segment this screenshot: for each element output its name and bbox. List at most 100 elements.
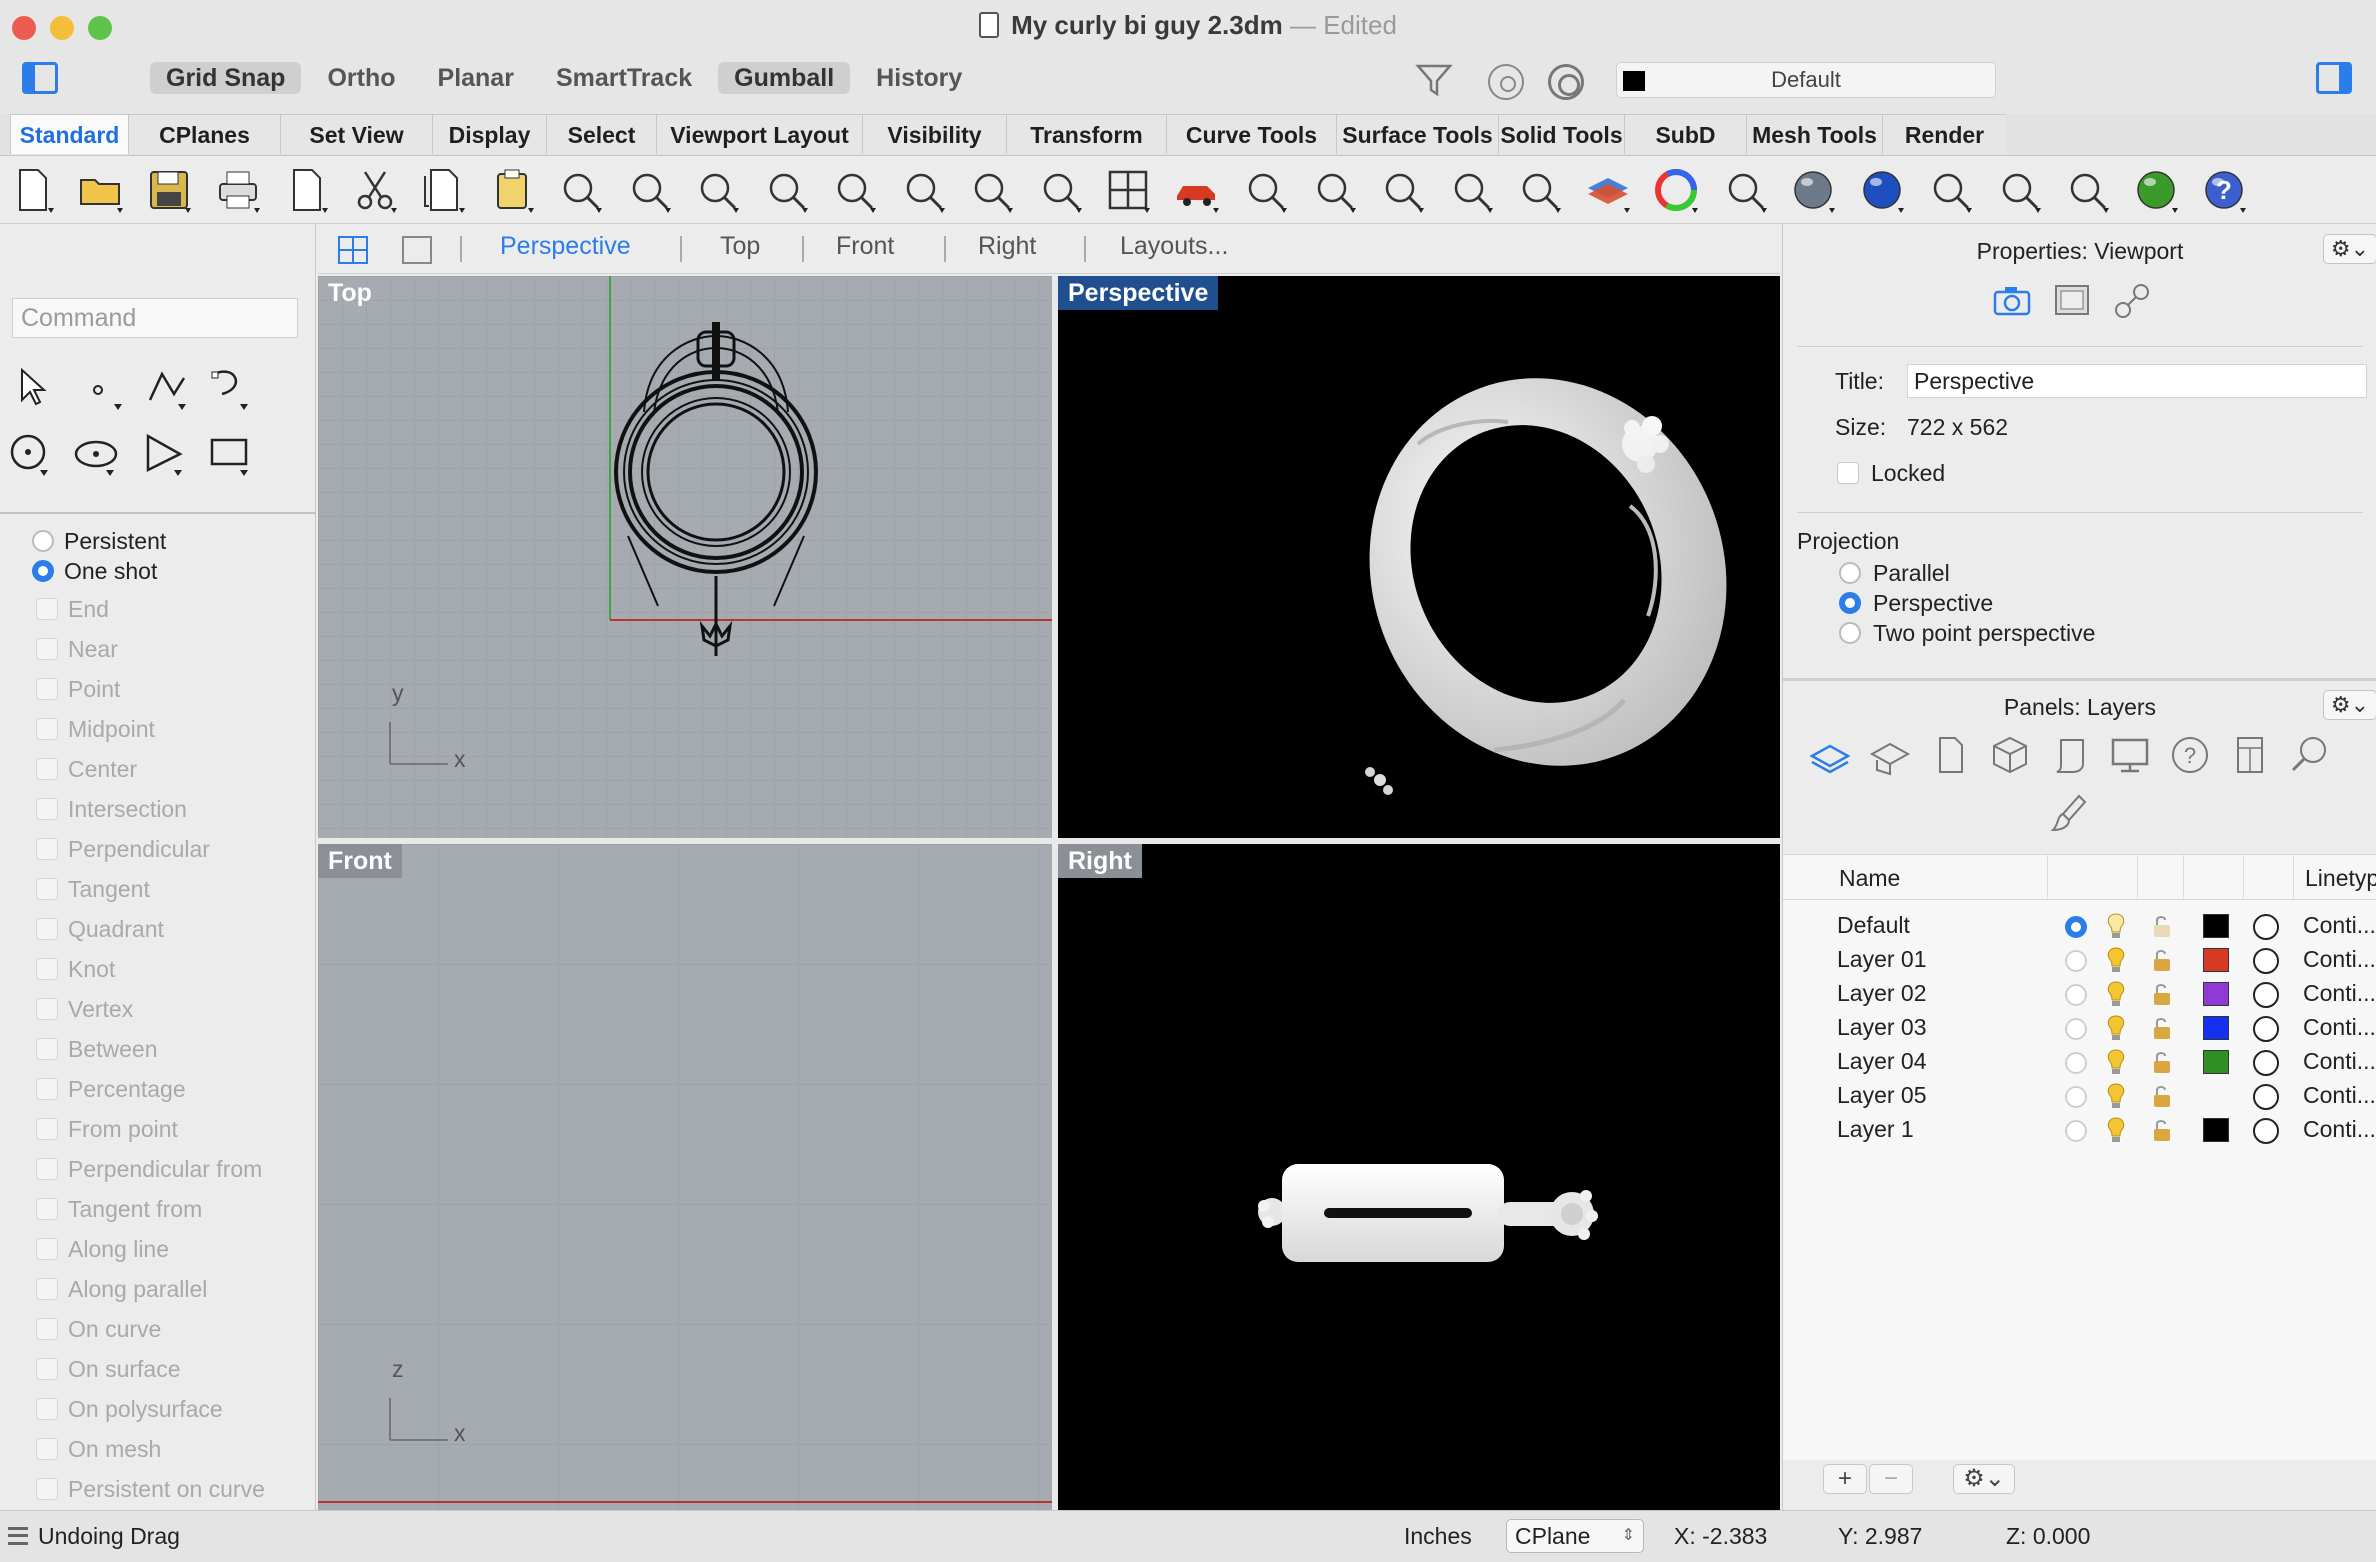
nested-icon[interactable]: [2063, 166, 2111, 214]
ribbon-tab-standard[interactable]: Standard: [10, 114, 128, 154]
layer-row[interactable]: Layer 01 Conti...: [1783, 942, 2376, 976]
ribbon-tab-set-view[interactable]: Set View: [280, 114, 432, 154]
current-layer-radio[interactable]: [2065, 1120, 2087, 1142]
current-layer-selector[interactable]: Default: [1616, 62, 1996, 98]
layer-linetype[interactable]: Conti...: [2303, 1082, 2376, 1109]
layer-options-button[interactable]: ⚙︎⌄: [1953, 1464, 2015, 1494]
mode-planar-button[interactable]: Planar: [422, 62, 530, 94]
layer-row[interactable]: Layer 03 Conti...: [1783, 1010, 2376, 1044]
osnap-on-curve-checkbox[interactable]: [36, 1318, 58, 1340]
projection-perspective-radio[interactable]: [1839, 592, 1861, 614]
light-bulb-icon[interactable]: [2105, 1014, 2127, 1042]
viewport-frame-icon[interactable]: [2051, 280, 2093, 322]
ribbon-tab-curve-tools[interactable]: Curve Tools: [1166, 114, 1336, 154]
layer-material-icon[interactable]: [2253, 1118, 2279, 1144]
layer-material-icon[interactable]: [2253, 1084, 2279, 1110]
current-layer-radio[interactable]: [2065, 984, 2087, 1006]
layer-row[interactable]: Default Conti...: [1783, 908, 2376, 942]
object-tab-icon[interactable]: [1989, 734, 2031, 776]
viewport-label-right[interactable]: Right: [1058, 844, 1142, 878]
layer-linetype[interactable]: Conti...: [2303, 946, 2376, 973]
layer-color-swatch[interactable]: [2203, 914, 2229, 938]
current-layer-radio[interactable]: [2065, 916, 2087, 938]
viewport-tab-layouts[interactable]: Layouts...: [1120, 232, 1228, 261]
column-linetype[interactable]: Linetyp: [2305, 865, 2376, 892]
arc-tool-icon[interactable]: [140, 430, 188, 478]
light-bulb-icon[interactable]: [2105, 1082, 2127, 1110]
layer-row[interactable]: Layer 1 Conti...: [1783, 1112, 2376, 1146]
unlock-icon[interactable]: [2151, 914, 2173, 938]
osnap-intersection-checkbox[interactable]: [36, 798, 58, 820]
undo-icon[interactable]: [556, 166, 604, 214]
projection-two-point-perspective-radio[interactable]: [1839, 622, 1861, 644]
viewport-perspective[interactable]: Perspective: [1058, 276, 1780, 838]
ribbon-tab-cplanes[interactable]: CPlanes: [128, 114, 280, 154]
copy-icon[interactable]: [419, 166, 467, 214]
remove-layer-button[interactable]: −: [1869, 1464, 1913, 1494]
zoom-selected-icon[interactable]: [967, 166, 1015, 214]
osnap-near-checkbox[interactable]: [36, 638, 58, 660]
layers-options-button[interactable]: ⚙︎⌄: [2323, 690, 2376, 720]
viewport-label-top[interactable]: Top: [318, 276, 382, 310]
snap-group-icon[interactable]: [1378, 166, 1426, 214]
viewport-front[interactable]: Front z x: [318, 844, 1052, 1510]
grid-plane-icon[interactable]: [1241, 166, 1289, 214]
four-viewports-icon[interactable]: [1104, 166, 1152, 214]
locked-checkbox[interactable]: [1837, 462, 1859, 484]
unlock-icon[interactable]: [2151, 1050, 2173, 1074]
document-tab-icon[interactable]: [1929, 734, 1971, 776]
globe-icon[interactable]: [1789, 166, 1837, 214]
light-bulb-icon[interactable]: [2105, 946, 2127, 974]
units-label[interactable]: Inches: [1404, 1523, 1472, 1550]
osnap-between-checkbox[interactable]: [36, 1038, 58, 1060]
light-bulb-icon[interactable]: [2105, 980, 2127, 1008]
zoom-icon[interactable]: [762, 166, 810, 214]
viewport-tab-right[interactable]: Right: [978, 232, 1036, 261]
green-sphere-icon[interactable]: [2132, 166, 2180, 214]
osnap-knot-checkbox[interactable]: [36, 958, 58, 980]
layer-name[interactable]: Layer 05: [1837, 1082, 1927, 1109]
polyline-tool-icon[interactable]: [144, 364, 192, 412]
column-name[interactable]: Name: [1839, 865, 1900, 892]
open-folder-icon[interactable]: [77, 166, 125, 214]
search-tab-icon[interactable]: [2289, 734, 2331, 776]
unlock-icon[interactable]: [2151, 948, 2173, 972]
osnap-persistent-radio[interactable]: [32, 530, 54, 552]
panel-splitter[interactable]: [1783, 678, 2376, 681]
viewport-splitter-vertical[interactable]: [1052, 276, 1058, 1510]
osnap-on-surface-checkbox[interactable]: [36, 1358, 58, 1380]
notes-tab-icon[interactable]: [2049, 734, 2091, 776]
ribbon-tab-select[interactable]: Select: [546, 114, 656, 154]
sun-icon[interactable]: [1926, 166, 1974, 214]
unlock-icon[interactable]: [2151, 1118, 2173, 1142]
mode-grid-snap-button[interactable]: Grid Snap: [150, 62, 302, 94]
layer-material-icon[interactable]: [2253, 982, 2279, 1008]
osnap-along-line-checkbox[interactable]: [36, 1238, 58, 1260]
osnap-tangent-checkbox[interactable]: [36, 878, 58, 900]
unlock-icon[interactable]: [2151, 1084, 2173, 1108]
layer-material-icon[interactable]: [2253, 948, 2279, 974]
layer-color-swatch[interactable]: [2203, 1050, 2229, 1074]
ribbon-tab-viewport-layout[interactable]: Viewport Layout: [656, 114, 862, 154]
layer-linetype[interactable]: Conti...: [2303, 912, 2376, 939]
osnap-persistent-on-curve-checkbox[interactable]: [36, 1478, 58, 1500]
layer-linetype[interactable]: Conti...: [2303, 980, 2376, 1007]
layer-material-icon[interactable]: [2253, 1050, 2279, 1076]
light-bulb-icon[interactable]: [2105, 1048, 2127, 1076]
dimension-icon[interactable]: [1995, 166, 2043, 214]
layers-tab-icon[interactable]: [1809, 734, 1851, 776]
viewport-label-perspective[interactable]: Perspective: [1058, 276, 1219, 310]
help-icon[interactable]: ?: [2200, 166, 2248, 214]
layer-name[interactable]: Layer 01: [1837, 946, 1927, 973]
layer-material-icon[interactable]: [2253, 1016, 2279, 1042]
layer-stack-icon[interactable]: [1584, 166, 1632, 214]
current-layer-radio[interactable]: [2065, 1052, 2087, 1074]
viewport-tab-top[interactable]: Top: [720, 232, 760, 261]
layer-row[interactable]: Layer 05 Conti...: [1783, 1078, 2376, 1112]
layer-name[interactable]: Layer 02: [1837, 980, 1927, 1007]
layer-name[interactable]: Layer 03: [1837, 1014, 1927, 1041]
mode-ortho-button[interactable]: Ortho: [311, 62, 411, 94]
current-layer-radio[interactable]: [2065, 1086, 2087, 1108]
osnap-quadrant-checkbox[interactable]: [36, 918, 58, 940]
rectangle-tool-icon[interactable]: [206, 430, 254, 478]
